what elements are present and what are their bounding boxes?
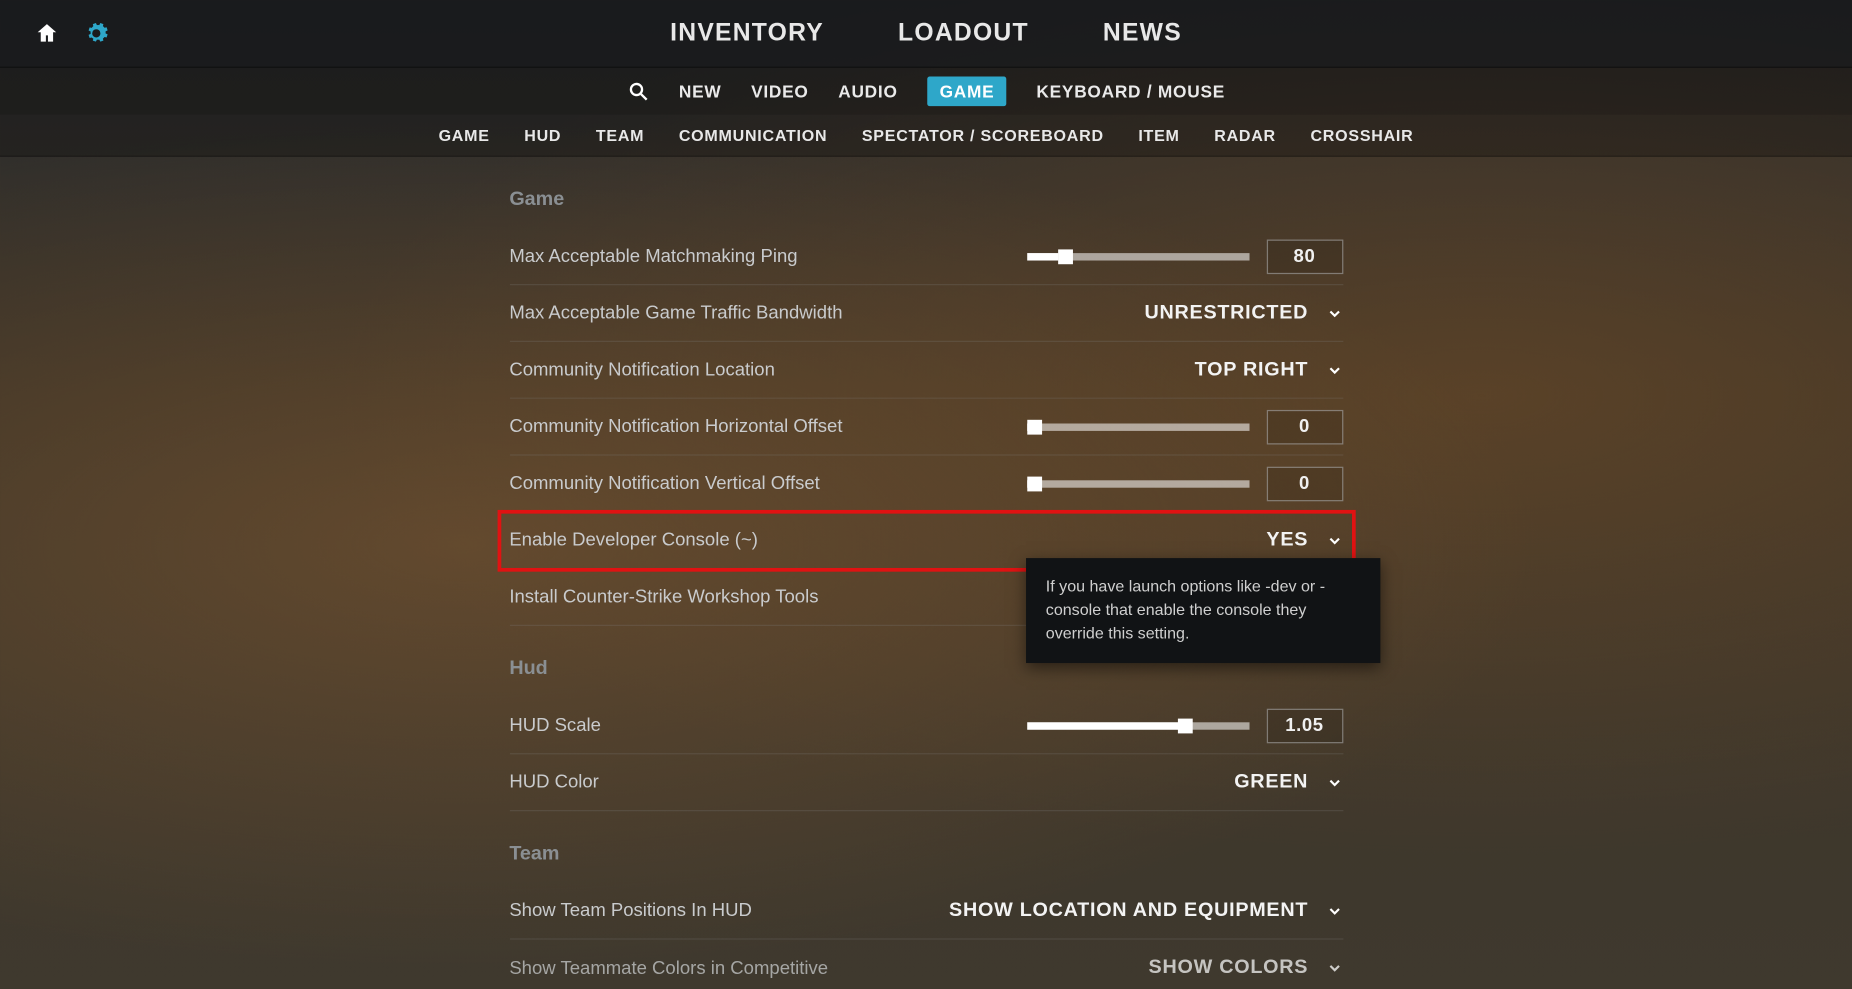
settings-tabs-primary: NEW VIDEO AUDIO GAME KEYBOARD / MOUSE [0,68,1852,115]
label-developer-console: Enable Developer Console (~) [509,530,1266,551]
value-bandwidth: UNRESTRICTED [1145,302,1309,324]
row-matchmaking-ping: Max Acceptable Matchmaking Ping 80 [509,228,1342,285]
subtab-team[interactable]: TEAM [596,126,644,145]
value-developer-console: YES [1266,529,1308,551]
value-notif-location: TOP RIGHT [1195,359,1309,381]
search-button[interactable] [627,80,649,102]
value-hud-scale[interactable]: 1.05 [1266,708,1343,743]
value-notif-h-offset[interactable]: 0 [1266,409,1343,444]
chevron-down-icon [1325,959,1342,976]
row-hud-scale: HUD Scale 1.05 [509,698,1342,755]
slider-notif-h-offset[interactable] [1027,423,1249,430]
dropdown-bandwidth[interactable]: UNRESTRICTED [1145,302,1343,324]
subtab-item[interactable]: ITEM [1138,126,1179,145]
row-notif-v-offset: Community Notification Vertical Offset 0 [509,456,1342,513]
value-notif-v-offset[interactable]: 0 [1266,466,1343,501]
row-team-positions: Show Team Positions In HUD SHOW LOCATION… [509,883,1342,940]
row-teammate-colors: Show Teammate Colors in Competitive SHOW… [509,940,1342,989]
label-notif-location: Community Notification Location [509,359,1194,380]
label-hud-color: HUD Color [509,772,1234,793]
tab-audio[interactable]: AUDIO [838,81,897,101]
dropdown-developer-console[interactable]: YES [1266,529,1342,551]
section-title-team: Team [509,843,1342,865]
subtab-communication[interactable]: COMMUNICATION [679,126,827,145]
subtab-game[interactable]: GAME [439,126,490,145]
label-hud-scale: HUD Scale [509,715,1026,736]
dropdown-team-positions[interactable]: SHOW LOCATION AND EQUIPMENT [949,899,1343,921]
row-hud-color: HUD Color GREEN [509,754,1342,811]
top-nav: INVENTORY LOADOUT NEWS [670,19,1182,47]
tab-keyboard-mouse[interactable]: KEYBOARD / MOUSE [1036,81,1225,101]
chevron-down-icon [1325,361,1342,378]
row-bandwidth: Max Acceptable Game Traffic Bandwidth UN… [509,285,1342,342]
chevron-down-icon [1325,532,1342,549]
slider-matchmaking-ping[interactable] [1027,252,1249,259]
slider-notif-v-offset[interactable] [1027,480,1249,487]
label-notif-v-offset: Community Notification Vertical Offset [509,473,1026,494]
nav-inventory[interactable]: INVENTORY [670,19,824,47]
row-notif-h-offset: Community Notification Horizontal Offset… [509,399,1342,456]
subtab-crosshair[interactable]: CROSSHAIR [1310,126,1413,145]
subtab-hud[interactable]: HUD [524,126,561,145]
label-notif-h-offset: Community Notification Horizontal Offset [509,416,1026,437]
nav-news[interactable]: NEWS [1103,19,1182,47]
dropdown-teammate-colors[interactable]: SHOW COLORS [1149,957,1343,979]
label-matchmaking-ping: Max Acceptable Matchmaking Ping [509,246,1026,267]
value-hud-color: GREEN [1234,771,1308,793]
gear-icon [84,21,109,46]
nav-loadout[interactable]: LOADOUT [898,19,1029,47]
label-team-positions: Show Team Positions In HUD [509,900,949,921]
chevron-down-icon [1325,774,1342,791]
chevron-down-icon [1325,902,1342,919]
value-team-positions: SHOW LOCATION AND EQUIPMENT [949,899,1308,921]
dropdown-hud-color[interactable]: GREEN [1234,771,1343,793]
tab-game[interactable]: GAME [927,77,1007,107]
label-bandwidth: Max Acceptable Game Traffic Bandwidth [509,303,1144,324]
row-notif-location: Community Notification Location TOP RIGH… [509,342,1342,399]
tooltip-developer-console: If you have launch options like -dev or … [1026,558,1380,662]
home-icon [35,21,60,46]
dropdown-notif-location[interactable]: TOP RIGHT [1195,359,1343,381]
tab-video[interactable]: VIDEO [751,81,809,101]
section-title-game: Game [509,189,1342,211]
chevron-down-icon [1325,304,1342,321]
label-teammate-colors: Show Teammate Colors in Competitive [509,958,1148,979]
settings-tabs-secondary: GAME HUD TEAM COMMUNICATION SPECTATOR / … [0,115,1852,157]
home-button[interactable] [22,21,71,46]
settings-button[interactable] [72,21,121,46]
subtab-radar[interactable]: RADAR [1214,126,1276,145]
tab-new[interactable]: NEW [679,81,722,101]
value-teammate-colors: SHOW COLORS [1149,957,1309,979]
value-matchmaking-ping[interactable]: 80 [1266,239,1343,274]
top-bar: INVENTORY LOADOUT NEWS [0,0,1852,68]
slider-hud-scale[interactable] [1027,722,1249,729]
subtab-spectator[interactable]: SPECTATOR / SCOREBOARD [862,126,1104,145]
search-icon [627,80,649,102]
